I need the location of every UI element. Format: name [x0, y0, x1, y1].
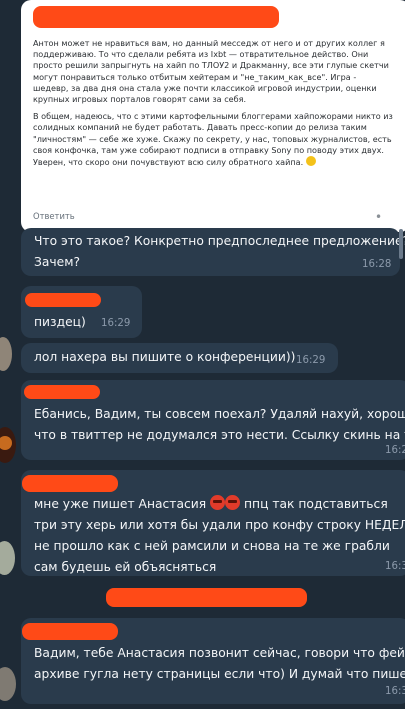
reply-bar: Ответить • • •: [33, 210, 382, 252]
message-text: Ебанись, Вадим, ты совсем поехал? Удаляй…: [34, 407, 405, 442]
angry-face-icon: [225, 495, 241, 510]
message-bubble[interactable]: Вадим, тебе Анастасия позвонит сейчас, г…: [21, 618, 405, 704]
chat-screen: Антон может не нравиться вам, но данный …: [0, 0, 405, 709]
quoted-post-text: Антон может не нравиться вам, но данный …: [33, 38, 393, 174]
reply-link[interactable]: Ответить: [33, 211, 75, 221]
message-time: 16:29: [385, 445, 405, 456]
message-time: 16:30: [385, 561, 405, 572]
message-text: пиздец): [34, 315, 86, 329]
redacted-sender-name: [24, 385, 100, 399]
smile-emoji-icon: [305, 156, 316, 167]
scrollbar-thumb[interactable]: [399, 229, 403, 259]
message-bubble[interactable]: Что это такое? Конкретно предпоследнее п…: [21, 228, 405, 276]
message-bubble[interactable]: лол нахера вы пишите о конференции)) 16:…: [21, 343, 338, 373]
message-time: 16:28: [362, 259, 392, 270]
angry-face-icon: [210, 495, 226, 510]
message-bubble[interactable]: мне уже пишет Анастасия ппц так подстави…: [21, 470, 405, 576]
redacted-sender-name: [25, 293, 101, 307]
message-bubble[interactable]: пиздец) 16:29: [21, 286, 142, 338]
redacted-sender-name: [22, 623, 118, 640]
avatar[interactable]: [0, 541, 15, 575]
message-text: мне уже пишет Анастасия ппц так подстави…: [34, 495, 405, 574]
message-text: Что это такое? Конкретно предпоследнее п…: [34, 234, 405, 269]
message-time: 16:29: [296, 355, 326, 366]
quoted-post-card: Антон может не нравиться вам, но данный …: [21, 0, 405, 252]
redacted-author-name: [33, 6, 279, 28]
message-text: лол нахера вы пишите о конференции)): [34, 350, 296, 364]
avatar[interactable]: [0, 337, 12, 371]
message-time: 16:30: [385, 686, 405, 697]
avatar[interactable]: [0, 667, 16, 701]
message-time: 16:29: [101, 318, 131, 329]
quoted-paragraph-1: Антон может не нравиться вам, но данный …: [33, 38, 389, 105]
quoted-paragraph-2: В общем, надеюсь, что с этими картофельн…: [33, 111, 393, 168]
message-bubble[interactable]: Ебанись, Вадим, ты совсем поехал? Удаляй…: [21, 380, 405, 460]
redacted-service-message: [106, 588, 307, 607]
message-text: Вадим, тебе Анастасия позвонит сейчас, г…: [34, 646, 405, 681]
redacted-sender-name: [22, 475, 118, 492]
avatar[interactable]: [0, 427, 16, 463]
